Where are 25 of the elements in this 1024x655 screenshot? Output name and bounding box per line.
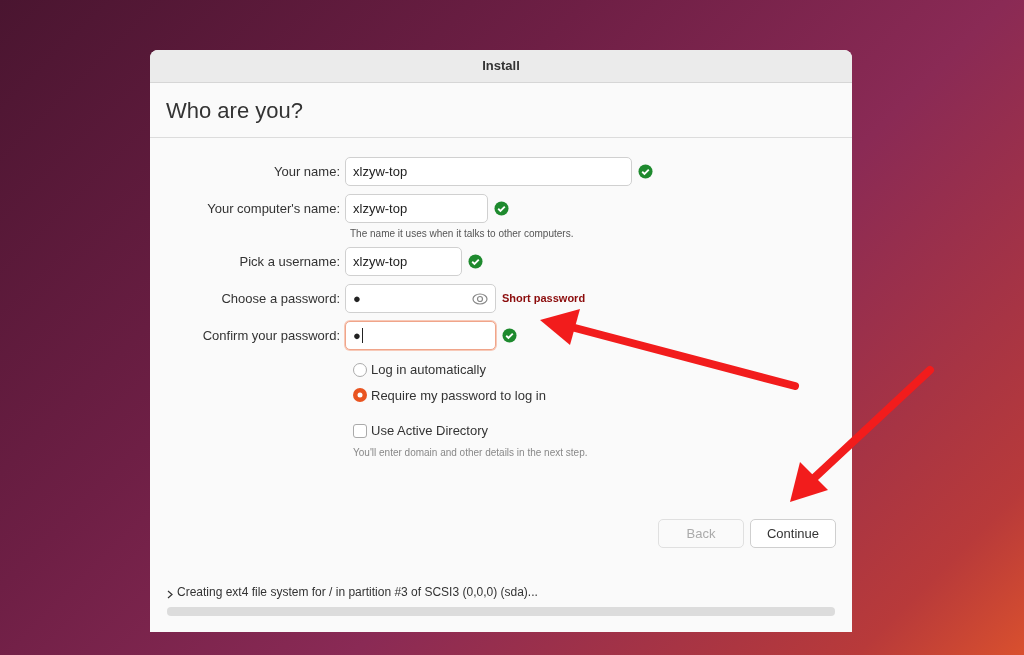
radio-button[interactable]: [353, 362, 367, 377]
field-label: Your name:: [273, 162, 341, 181]
window-title: Install: [482, 57, 520, 76]
field-label: Confirm your password:: [201, 326, 341, 345]
page-heading: Who are you?: [166, 96, 303, 125]
field-label: Choose a password:: [220, 289, 341, 308]
eye-icon[interactable]: [472, 292, 488, 305]
checkbox[interactable]: [353, 423, 367, 438]
input-field[interactable]: ●: [345, 284, 496, 313]
input-field[interactable]: xlzyw-top: [345, 194, 488, 223]
checkbox-label[interactable]: Use Active Directory: [371, 421, 489, 441]
radio-label[interactable]: Require my password to log in: [371, 385, 546, 405]
radio-button[interactable]: [353, 388, 367, 403]
password-strength-message: Short password: [502, 291, 586, 307]
input-field[interactable]: ●: [345, 321, 496, 350]
input-field[interactable]: xlzyw-top: [345, 247, 462, 276]
field-label: Your computer's name:: [206, 199, 341, 218]
continue-button[interactable]: Continue: [750, 519, 836, 548]
progress-status-text: Creating ext4 file system for / in partition #3 of SCSI3 (0,0,0) (sda)...: [177, 584, 538, 601]
input-field[interactable]: xlzyw-top: [345, 157, 632, 186]
radio-label[interactable]: Log in automatically: [371, 360, 486, 380]
field-hint: The name it uses when it talks to other computers.: [350, 227, 575, 241]
field-label: Pick a username:: [238, 252, 341, 271]
expander-chevron-icon[interactable]: [167, 590, 173, 599]
checkbox-hint: You'll enter domain and other details in the next step.: [353, 445, 589, 460]
